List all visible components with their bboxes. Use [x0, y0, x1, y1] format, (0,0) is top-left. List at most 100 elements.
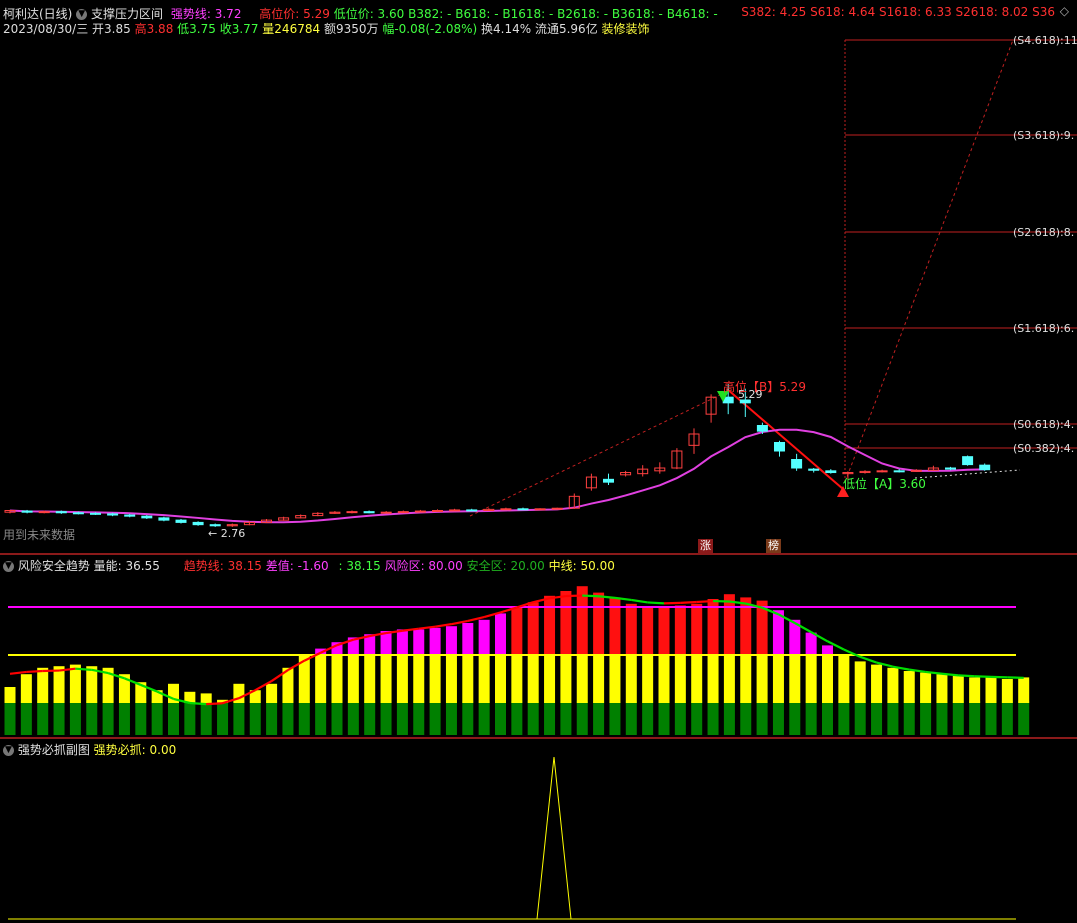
safe-bar	[691, 701, 702, 735]
safe-bar	[397, 701, 408, 735]
moving-average-line	[10, 430, 985, 523]
fib-level-label: (S1.618):6.	[1013, 322, 1074, 335]
mid-bar	[904, 671, 915, 703]
mid-bar	[37, 668, 48, 703]
safe-bar	[250, 701, 261, 735]
sector-value[interactable]: 装修装饰	[602, 22, 650, 36]
strong-grab-canvas[interactable]	[0, 739, 1077, 923]
safe-bar	[920, 701, 931, 735]
chevron-down-icon[interactable]: ▼	[3, 561, 14, 572]
chevron-down-icon[interactable]: ▼	[3, 745, 14, 756]
mid-bar	[773, 655, 784, 703]
candle-body	[142, 516, 152, 518]
safe-bar	[887, 701, 898, 735]
safe-bar	[626, 701, 637, 735]
safe-bar	[348, 701, 359, 735]
risk-panel-title[interactable]: 风险安全趋势	[18, 559, 90, 573]
mid-bar	[887, 668, 898, 703]
mid-bar	[789, 655, 800, 703]
risk-bar	[446, 626, 457, 655]
candle-body	[877, 471, 887, 472]
candle-body	[108, 514, 118, 515]
strong-panel-title[interactable]: 强势必抓副图	[18, 743, 90, 757]
mid-bar	[936, 674, 947, 703]
mid-bar	[413, 655, 424, 703]
risk-bar	[659, 607, 670, 655]
risk-bar	[626, 604, 637, 655]
mid-bar	[544, 655, 555, 703]
trend-line-segment	[206, 703, 222, 704]
candle-body	[467, 510, 477, 511]
low-value: 低3.75	[177, 22, 216, 36]
safe-bar	[1018, 701, 1029, 735]
main-chart-panel[interactable]: (S4.618):11(S3.618):9.(S2.618):8.(S1.618…	[0, 36, 1077, 554]
candle-body	[535, 509, 545, 510]
safe-bar	[119, 701, 130, 735]
safe-bar	[904, 701, 915, 735]
safe-bar	[986, 701, 997, 735]
indicator-name[interactable]: 支撑压力区间	[91, 7, 163, 21]
safe-bar	[413, 701, 424, 735]
safe-bar	[806, 701, 817, 735]
ranking-badge[interactable]: 榜	[766, 539, 781, 553]
main-chart-canvas[interactable]: (S4.618):11(S3.618):9.(S2.618):8.(S1.618…	[0, 36, 1077, 554]
safe-bar	[544, 701, 555, 735]
candle-body	[193, 522, 203, 524]
mid-bar	[201, 693, 212, 703]
chevron-down-icon[interactable]: ▼	[76, 9, 87, 20]
safe-bar	[773, 701, 784, 735]
mid-bar	[381, 655, 392, 703]
safe-bar	[184, 701, 195, 735]
safe-bar	[577, 701, 588, 735]
mid-bar	[266, 684, 277, 703]
open-value: 开3.85	[92, 22, 131, 36]
risk-bar	[511, 607, 522, 655]
candle-body	[826, 471, 836, 473]
safe-bar	[593, 701, 604, 735]
high-value: 高3.88	[135, 22, 174, 36]
candle-body	[210, 525, 220, 526]
safe-bar	[789, 701, 800, 735]
safe-bar	[315, 701, 326, 735]
mid-bar	[822, 655, 833, 703]
mid-bar	[364, 655, 375, 703]
mid-bar	[495, 655, 506, 703]
candle-body	[518, 509, 528, 510]
b-levels-value: B382: - B618: - B1618: - B2618: - B3618:…	[408, 7, 718, 21]
strong-signal-spike	[537, 757, 571, 919]
candle-body	[364, 512, 374, 513]
safe-bar	[233, 701, 244, 735]
safe-bar	[838, 701, 849, 735]
safe-bar	[855, 701, 866, 735]
risk-trend-panel[interactable]: ▼ 风险安全趋势 量能: 36.55 趋势线: 38.15 差值: -1.60 …	[0, 554, 1077, 738]
mid-bar	[642, 655, 653, 703]
risk-bar	[479, 620, 490, 655]
date-value: 2023/08/30/三	[3, 22, 88, 36]
mid-bar	[691, 655, 702, 703]
risk-bar	[495, 613, 506, 655]
mid-bar	[70, 665, 81, 703]
fib-level-label: (S0.382):4.	[1013, 442, 1074, 455]
strong-grab-panel[interactable]: ▼ 强势必抓副图 强势必抓: 0.00	[0, 738, 1077, 922]
strong-grab-value: 强势必抓: 0.00	[94, 743, 177, 757]
float-cap-value: 流通5.96亿	[535, 22, 598, 36]
fall-trend-line	[727, 389, 843, 489]
risk-bar	[822, 645, 833, 655]
risk-trend-canvas[interactable]	[0, 555, 1077, 739]
diamond-icon[interactable]: ◇	[1060, 4, 1069, 18]
trend-line-segment	[190, 703, 206, 704]
candle-body	[450, 510, 460, 511]
safe-bar	[822, 701, 833, 735]
trend-line-segment	[958, 675, 974, 676]
peak-price-label: 5.29	[738, 388, 763, 401]
trend-line-segment	[680, 602, 696, 603]
mid-bar	[21, 674, 32, 703]
limit-up-badge[interactable]: 涨	[698, 539, 713, 553]
candle-body	[381, 512, 391, 513]
energy-value: 量能: 36.55	[94, 559, 160, 573]
safe-bar	[217, 701, 228, 735]
safe-bar	[266, 701, 277, 735]
safe-bar	[37, 701, 48, 735]
mid-bar	[740, 655, 751, 703]
safe-bar	[871, 701, 882, 735]
